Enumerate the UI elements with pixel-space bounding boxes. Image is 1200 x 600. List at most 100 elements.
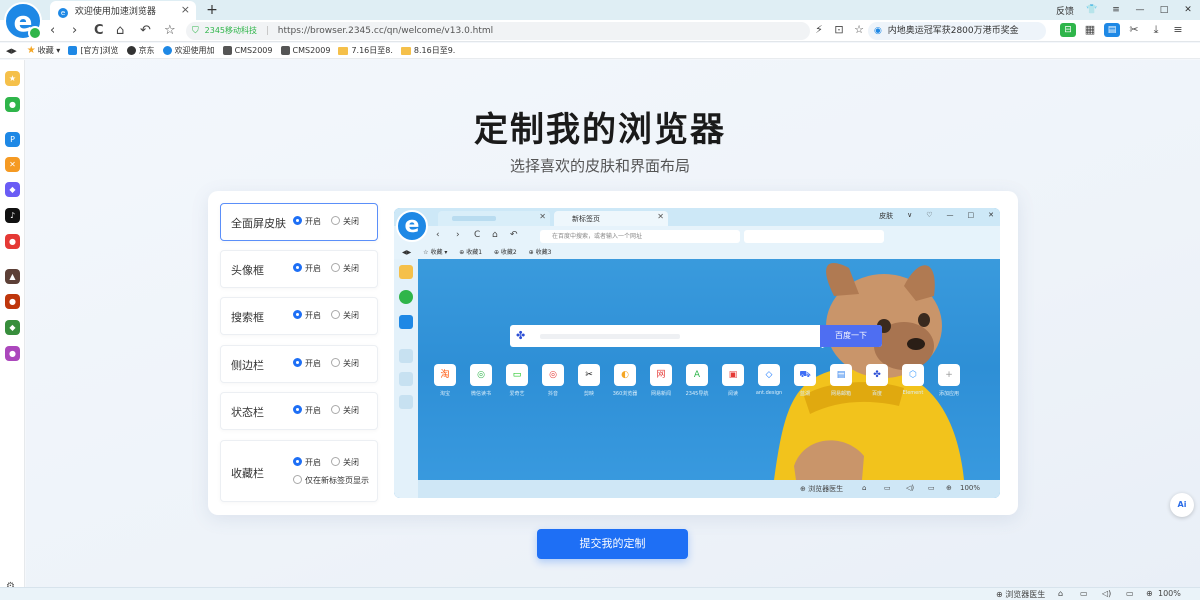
main-menu-icon[interactable]: ≡ <box>1110 5 1122 15</box>
sidebar-favorites-icon[interactable]: ★ <box>5 71 20 86</box>
minimize-button[interactable]: — <box>1134 5 1146 15</box>
preview-bookmark: ⊕ 收藏2 <box>493 249 517 256</box>
zoom-icon[interactable]: ⊕ <box>1146 589 1153 598</box>
bookmark-item[interactable]: 欢迎使用加 <box>162 45 215 56</box>
bookmark-star-icon[interactable]: ☆ <box>852 23 866 36</box>
search-placeholder <box>540 334 680 339</box>
wechat-icon <box>399 290 413 304</box>
bookmark-item[interactable]: 京东 <box>126 45 155 56</box>
news-search-box[interactable]: ◉ 内地奥运冠军获2800万港币奖金 <box>868 22 1046 40</box>
browser-logo-icon[interactable]: e <box>4 2 42 40</box>
radio-on[interactable]: 开启 <box>293 358 321 369</box>
apps-grid-icon[interactable]: ▦ <box>1082 23 1098 37</box>
preview-status-bar: ⊕ 浏览器医生 ⌂ ▭ ◁) ▭ ⊕ 100% <box>418 480 1000 498</box>
address-actions: ⚡ ⊡ ☆ <box>812 23 866 36</box>
bookmark-label: 8.16日至9. <box>413 46 456 55</box>
radio-off[interactable]: 关闭 <box>331 310 359 321</box>
maximize-button[interactable]: □ <box>1158 5 1170 15</box>
browser-tab[interactable]: e 欢迎使用加速浏览器 × <box>50 1 196 20</box>
volume-icon[interactable]: ◁) <box>1102 589 1111 598</box>
preview-tab-title: 新标签页 <box>572 215 600 223</box>
scissors-icon[interactable]: ✂ <box>1126 23 1142 37</box>
radio-label: 关闭 <box>343 311 359 320</box>
sidebar-game4-icon[interactable]: ◆ <box>5 320 20 335</box>
download-icon[interactable]: ⤓ <box>1148 23 1164 37</box>
preview-doctor: ⊕ 浏览器医生 <box>800 485 844 493</box>
tab-close-icon[interactable]: × <box>181 3 190 16</box>
bookmark-item[interactable]: ★ 收藏 ▾ <box>27 45 61 56</box>
radio-off[interactable]: 关闭 <box>331 457 359 468</box>
option-avatar-frame[interactable]: 头像框 开启 关闭 <box>220 250 378 288</box>
option-status-bar[interactable]: 状态栏 开启 关闭 <box>220 392 378 430</box>
radio-on[interactable]: 开启 <box>293 216 321 227</box>
home-icon: ⌂ <box>862 484 867 492</box>
sidebar-game2-icon[interactable]: ▲ <box>5 269 20 284</box>
sidebar-shop-icon[interactable]: ● <box>5 234 20 249</box>
menu-icon[interactable]: ≡ <box>1170 23 1186 37</box>
radio-on[interactable]: 开启 <box>293 263 321 274</box>
extension-green-icon[interactable]: ⊟ <box>1060 23 1076 37</box>
option-search-box[interactable]: 搜索框 开启 关闭 <box>220 297 378 335</box>
address-bar[interactable]: ⛉ 2345移动科技 | https://browser.2345.cc/qn/… <box>186 22 810 40</box>
sidebar-p-icon[interactable]: P <box>5 132 20 147</box>
zoom-level[interactable]: 100% <box>1158 589 1181 598</box>
option-label: 搜索框 <box>231 311 264 324</box>
close-button[interactable]: ✕ <box>1182 5 1194 15</box>
bookmark-item[interactable]: CMS2009 <box>222 46 273 55</box>
bookmark-folder[interactable]: 7.16日至8. <box>338 45 393 56</box>
bookmark-item[interactable]: CMS2009 <box>280 46 330 55</box>
sidebar-wechat-icon[interactable]: ● <box>5 97 20 112</box>
screen-icon[interactable]: ▭ <box>1126 589 1134 598</box>
extension-blue-icon[interactable]: ▤ <box>1104 23 1120 37</box>
radio-on[interactable]: 开启 <box>293 457 321 468</box>
back-button[interactable]: ‹ <box>50 23 55 39</box>
window-icon[interactable]: ▭ <box>1080 589 1088 598</box>
site-favicon-icon <box>162 46 172 55</box>
new-tab-button[interactable]: + <box>204 2 220 18</box>
shirt-icon[interactable]: 👕 <box>1086 5 1098 15</box>
sidebar-game-icon[interactable]: ◆ <box>5 182 20 197</box>
browser-doctor[interactable]: ⊕ 浏览器医生 <box>996 589 1045 600</box>
home-button[interactable]: ⌂ <box>116 23 124 39</box>
radio-on[interactable]: 开启 <box>293 310 321 321</box>
radio-newtab-only[interactable]: 仅在新标签页显示 <box>293 475 369 486</box>
option-label: 状态栏 <box>231 406 264 419</box>
app-label: 爱奇艺 <box>509 391 525 397</box>
bookmark-folder[interactable]: 8.16日至9. <box>400 45 456 56</box>
lightning-icon[interactable]: ⚡ <box>812 23 826 36</box>
bookmark-item[interactable]: [官方]浏览 <box>68 45 119 56</box>
option-sidebar[interactable]: 侧边栏 开启 关闭 <box>220 345 378 383</box>
submit-customization-button[interactable]: 提交我的定制 <box>537 529 688 559</box>
sidebar-tiktok-icon[interactable]: ♪ <box>5 208 20 223</box>
radio-off[interactable]: 关闭 <box>331 263 359 274</box>
home-icon[interactable]: ⌂ <box>1058 589 1063 598</box>
site-owner: 2345移动科技 <box>204 26 257 35</box>
sidebar-tools-icon[interactable]: ✕ <box>5 157 20 172</box>
option-fullscreen-skin[interactable]: 全面屏皮肤 开启 关闭 <box>220 203 378 241</box>
bookmarks-collapse-icon[interactable]: ◀▶ <box>6 47 17 55</box>
option-bookmarks-bar[interactable]: 收藏栏 开启 关闭 仅在新标签页显示 <box>220 440 378 502</box>
sidebar-game3-icon[interactable]: ● <box>5 294 20 309</box>
preview-skin-label: 皮肤 <box>879 212 894 220</box>
doctor-label: 浏览器医生 <box>1005 590 1046 599</box>
ai-assistant-button[interactable]: Ai <box>1170 493 1194 517</box>
news-headline[interactable]: 内地奥运冠军获2800万港币奖金 <box>888 26 1019 36</box>
radio-off[interactable]: 关闭 <box>331 216 359 227</box>
feedback-button[interactable]: 反馈 <box>1056 4 1074 17</box>
address-separator: | <box>265 26 269 36</box>
back-icon: ‹ <box>436 230 440 240</box>
placeholder-icon <box>399 372 413 386</box>
radio-on[interactable]: 开启 <box>293 405 321 416</box>
screenshot-icon[interactable]: ⊡ <box>832 23 846 36</box>
minimize-icon: — <box>946 211 954 219</box>
radio-off[interactable]: 关闭 <box>331 405 359 416</box>
radio-off[interactable]: 关闭 <box>331 358 359 369</box>
sidebar-game5-icon[interactable]: ● <box>5 346 20 361</box>
refresh-button[interactable]: C <box>94 23 104 39</box>
app-element-icon: ⬡ <box>902 364 924 386</box>
forward-button[interactable]: › <box>72 23 77 39</box>
undo-button[interactable]: ↶ <box>140 23 151 39</box>
favorite-button[interactable]: ☆ <box>164 23 176 39</box>
radio-unselected-icon <box>331 263 340 272</box>
address-url[interactable]: https://browser.2345.cc/qn/welcome/v13.0… <box>278 26 493 36</box>
